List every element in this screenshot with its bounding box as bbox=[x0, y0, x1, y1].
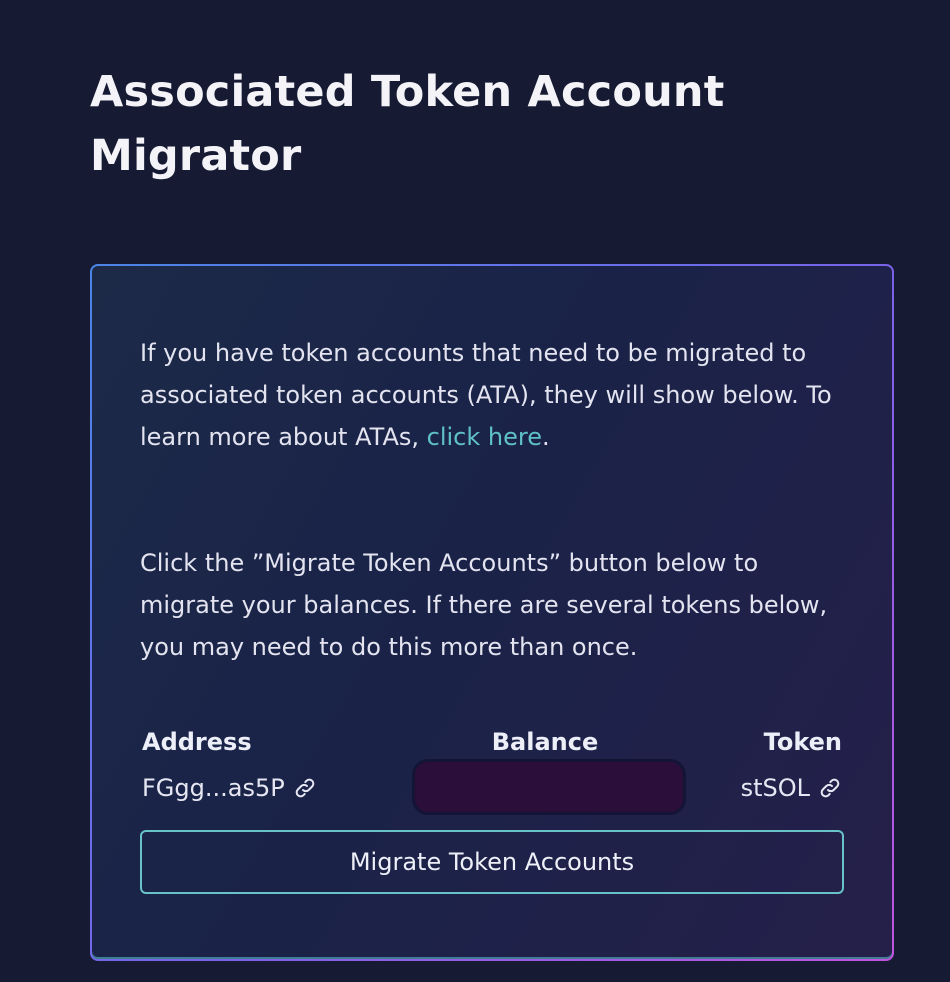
migrate-token-accounts-button[interactable]: Migrate Token Accounts bbox=[140, 830, 844, 894]
intro-paragraph: If you have token accounts that need to … bbox=[140, 332, 850, 458]
link-icon[interactable] bbox=[818, 776, 842, 800]
column-header-address: Address bbox=[142, 728, 252, 756]
instructions-paragraph: Click the ”Migrate Token Accounts” butto… bbox=[140, 549, 828, 661]
link-icon[interactable] bbox=[293, 776, 317, 800]
address-value[interactable]: FGgg...as5P bbox=[142, 768, 285, 808]
migrator-card: If you have token accounts that need to … bbox=[90, 264, 894, 961]
intro-end: . bbox=[541, 423, 550, 451]
balance-value-redacted bbox=[412, 759, 686, 815]
token-cell[interactable]: stSOL bbox=[741, 768, 842, 808]
token-value[interactable]: stSOL bbox=[741, 768, 810, 808]
column-header-balance: Balance bbox=[491, 728, 599, 756]
column-header-token: Token bbox=[763, 728, 842, 756]
address-cell[interactable]: FGgg...as5P bbox=[142, 768, 317, 808]
learn-more-link[interactable]: click here bbox=[427, 423, 542, 451]
page-title: Associated Token Account Migrator bbox=[90, 67, 725, 181]
migrator-card-body: If you have token accounts that need to … bbox=[92, 266, 892, 959]
